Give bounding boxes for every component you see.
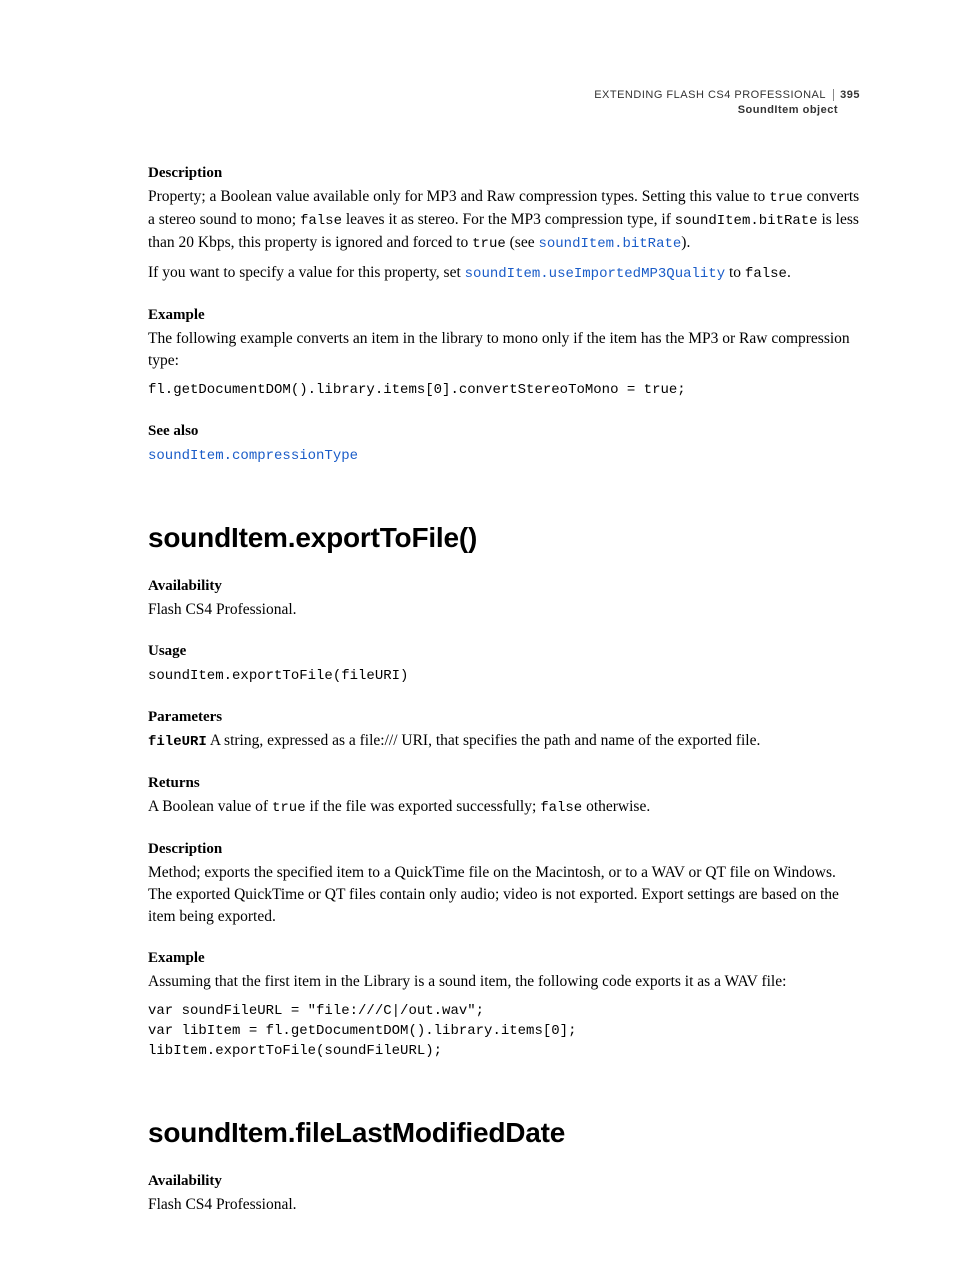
param-name: fileURI (148, 734, 207, 750)
heading-availability: Availability (148, 578, 860, 595)
heading-example: Example (148, 307, 860, 324)
parameter-fileuri: fileURI A string, expressed as a file://… (148, 730, 860, 753)
entry-title-exporttofile: soundItem.exportToFile() (148, 522, 860, 554)
code-true: true (272, 800, 306, 816)
code-false: false (745, 266, 787, 282)
description-paragraph-1: Property; a Boolean value available only… (148, 186, 860, 255)
code-example-1: fl.getDocumentDOM().library.items[0].con… (148, 380, 860, 400)
description-paragraph-2: If you want to specify a value for this … (148, 262, 860, 285)
code-false: false (540, 800, 582, 816)
see-also-links: soundItem.compressionType (148, 444, 860, 467)
link-useimportedmp3quality[interactable]: soundItem.useImportedMP3Quality (465, 266, 725, 282)
heading-description: Description (148, 841, 860, 858)
example-intro: Assuming that the first item in the Libr… (148, 971, 860, 993)
usage-code: soundItem.exportToFile(fileURI) (148, 666, 860, 686)
code-true: true (472, 236, 506, 252)
heading-see-also: See also (148, 423, 860, 440)
link-compressiontype[interactable]: soundItem.compressionType (148, 448, 358, 464)
code-true: true (769, 190, 803, 206)
section-title: SoundItem object (148, 103, 860, 118)
availability-text: Flash CS4 Professional. (148, 599, 860, 621)
heading-parameters: Parameters (148, 709, 860, 726)
page-number: 395 (833, 89, 860, 101)
heading-availability: Availability (148, 1173, 860, 1190)
returns-text: A Boolean value of true if the file was … (148, 796, 860, 819)
heading-usage: Usage (148, 643, 860, 660)
heading-returns: Returns (148, 775, 860, 792)
running-header: EXTENDING FLASH CS4 PROFESSIONAL 395 Sou… (148, 88, 860, 119)
link-sounditem-bitrate[interactable]: soundItem.bitRate (538, 236, 681, 252)
example-intro: The following example converts an item i… (148, 328, 860, 372)
availability-text: Flash CS4 Professional. (148, 1194, 860, 1216)
code-example-2: var soundFileURL = "file:///C|/out.wav";… (148, 1001, 860, 1062)
description-text: Method; exports the specified item to a … (148, 862, 860, 928)
entry-title-filelastmodifieddate: soundItem.fileLastModifiedDate (148, 1117, 860, 1149)
heading-description: Description (148, 165, 860, 182)
page-content: EXTENDING FLASH CS4 PROFESSIONAL 395 Sou… (0, 0, 954, 1284)
code-bitrate: soundItem.bitRate (675, 213, 818, 229)
heading-example: Example (148, 950, 860, 967)
code-false: false (300, 213, 342, 229)
book-title: EXTENDING FLASH CS4 PROFESSIONAL (594, 89, 825, 101)
